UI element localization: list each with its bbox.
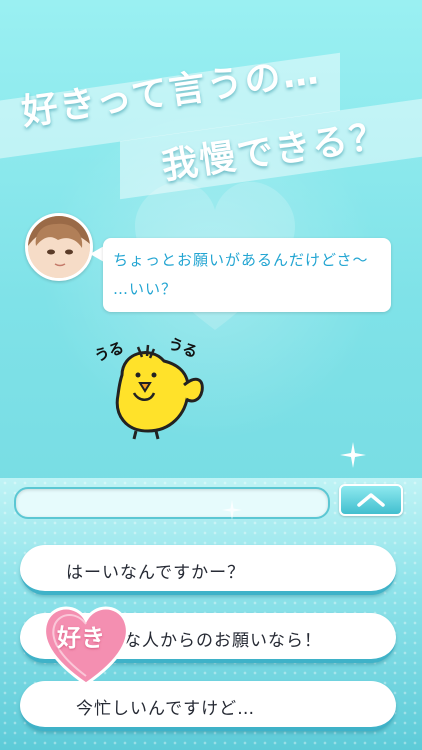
chick-stamp: うる うる [92, 334, 212, 445]
dialogue-text: ちょっとお願いがあるんだけどさ〜 …いい？ [113, 246, 369, 304]
choice-label-1: はーいなんですかー？ [66, 563, 246, 583]
dialogue-line-2: …いい？ [113, 280, 178, 298]
character-face-icon [28, 216, 90, 278]
dialogue-line-1: ちょっとお願いがあるんだけどさ〜 [113, 251, 369, 269]
speech-bubble: ちょっとお願いがあるんだけどさ〜 …いい？ [103, 238, 391, 312]
avatar [25, 213, 93, 281]
choice-button-3[interactable]: 今忙しいんですけど… [20, 681, 396, 731]
message-input[interactable] [14, 487, 330, 519]
choice-label-3: 今忙しいんですけど… [76, 699, 256, 719]
expand-button[interactable] [339, 484, 403, 516]
speech-bubble-tail [90, 246, 104, 262]
chevron-up-icon [357, 493, 385, 507]
sparkle-icon [222, 500, 242, 520]
choice-button-1[interactable]: はーいなんですかー？ [20, 545, 396, 595]
choice-label-2: な人からのお願いなら！ [124, 631, 322, 651]
sparkle-icon [340, 442, 366, 468]
heart-badge-text: 好き [57, 624, 105, 652]
